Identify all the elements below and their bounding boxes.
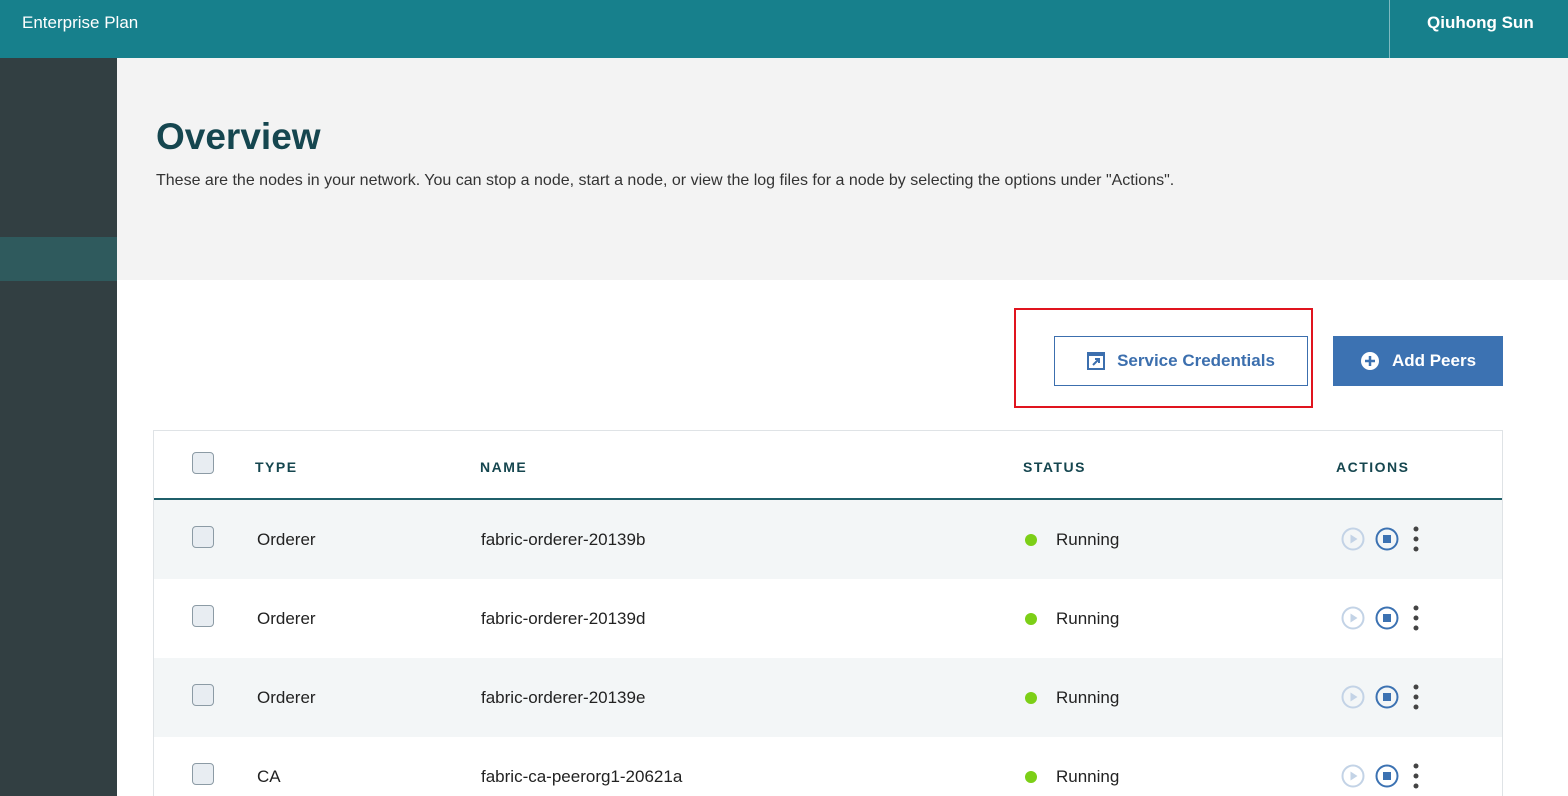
row-type: CA xyxy=(257,767,281,786)
table-row: Orderer fabric-orderer-20139b Running xyxy=(154,500,1502,579)
page-description: These are the nodes in your network. You… xyxy=(156,172,1175,189)
play-icon[interactable] xyxy=(1341,764,1365,788)
row-name: fabric-orderer-20139e xyxy=(481,688,646,707)
overflow-menu-icon[interactable] xyxy=(1411,763,1421,789)
column-header-name[interactable]: NAME xyxy=(480,459,527,475)
topbar-divider xyxy=(1389,0,1390,58)
status-dot-icon xyxy=(1025,692,1037,704)
add-peers-label: Add Peers xyxy=(1391,351,1477,370)
play-icon[interactable] xyxy=(1341,606,1365,630)
row-checkbox[interactable] xyxy=(192,526,214,548)
table-row: Orderer fabric-orderer-20139e Running xyxy=(154,658,1502,737)
row-name: fabric-orderer-20139b xyxy=(481,530,646,549)
row-status: Running xyxy=(1056,530,1120,549)
stop-icon[interactable] xyxy=(1375,764,1399,788)
status-dot-icon xyxy=(1025,534,1037,546)
plan-name[interactable]: Enterprise Plan xyxy=(22,13,138,33)
user-menu[interactable]: Qiuhong Sun xyxy=(1427,13,1534,33)
table-header: TYPE NAME STATUS ACTIONS xyxy=(154,431,1502,500)
service-credentials-label: Service Credentials xyxy=(1117,351,1275,370)
row-type: Orderer xyxy=(257,609,316,628)
row-type: Orderer xyxy=(257,530,316,549)
row-name: fabric-orderer-20139d xyxy=(481,609,646,628)
column-header-actions: ACTIONS xyxy=(1336,459,1410,475)
row-type: Orderer xyxy=(257,688,316,707)
stop-icon[interactable] xyxy=(1375,527,1399,551)
column-header-status[interactable]: STATUS xyxy=(1023,459,1086,475)
overflow-menu-icon[interactable] xyxy=(1411,605,1421,631)
sidebar xyxy=(0,58,117,796)
status-dot-icon xyxy=(1025,771,1037,783)
overflow-menu-icon[interactable] xyxy=(1411,684,1421,710)
nodes-table: TYPE NAME STATUS ACTIONS Orderer fabric-… xyxy=(153,430,1503,796)
page-title: Overview xyxy=(156,116,321,157)
row-status: Running xyxy=(1056,767,1120,786)
status-dot-icon xyxy=(1025,613,1037,625)
service-credentials-button[interactable]: Service Credentials xyxy=(1054,336,1308,386)
row-checkbox[interactable] xyxy=(192,605,214,627)
overflow-menu-icon[interactable] xyxy=(1411,526,1421,552)
sidebar-item-overview[interactable] xyxy=(0,237,117,281)
play-icon[interactable] xyxy=(1341,527,1365,551)
top-bar: Enterprise Plan Qiuhong Sun xyxy=(0,0,1568,58)
row-checkbox[interactable] xyxy=(192,684,214,706)
page-header: Overview These are the nodes in your net… xyxy=(117,58,1568,280)
stop-icon[interactable] xyxy=(1375,685,1399,709)
launch-icon xyxy=(1087,352,1106,370)
play-icon[interactable] xyxy=(1341,685,1365,709)
select-all-checkbox[interactable] xyxy=(192,452,214,474)
column-header-type[interactable]: TYPE xyxy=(255,459,298,475)
row-status: Running xyxy=(1056,609,1120,628)
stop-icon[interactable] xyxy=(1375,606,1399,630)
row-status: Running xyxy=(1056,688,1120,707)
add-peers-button[interactable]: Add Peers xyxy=(1333,336,1503,386)
table-row: CA fabric-ca-peerorg1-20621a Running xyxy=(154,737,1502,796)
row-name: fabric-ca-peerorg1-20621a xyxy=(481,767,683,786)
row-checkbox[interactable] xyxy=(192,763,214,785)
plus-circle-icon xyxy=(1360,352,1379,370)
table-row: Orderer fabric-orderer-20139d Running xyxy=(154,579,1502,658)
